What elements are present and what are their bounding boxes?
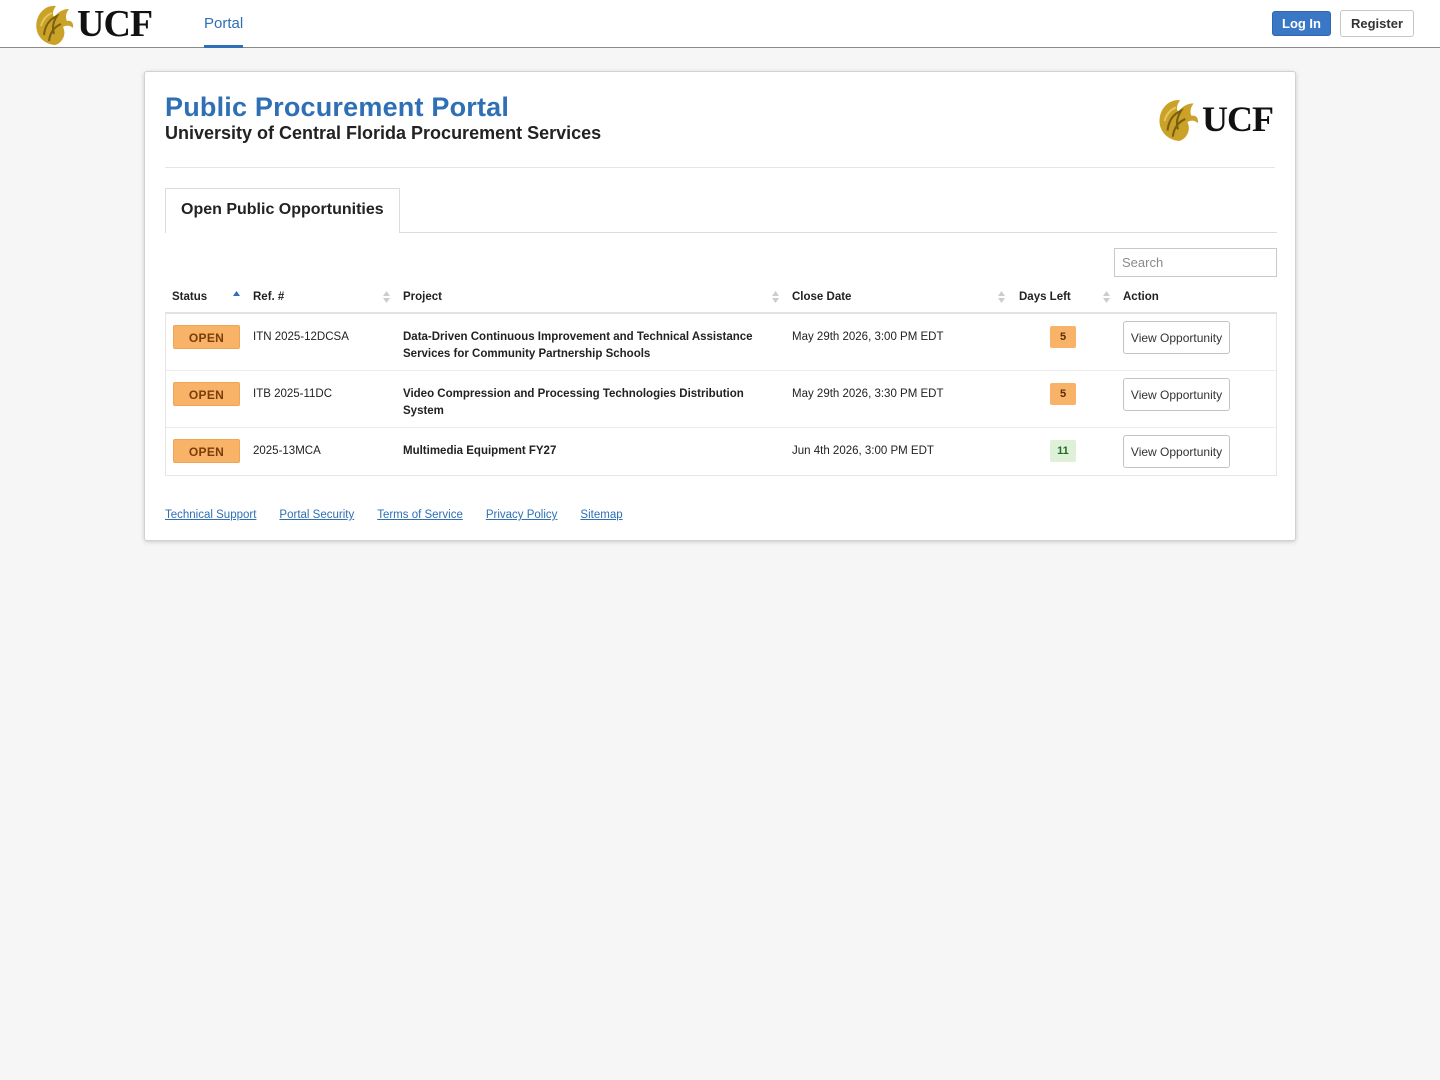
table-header: Status Ref. # Project Close Date Days Le… bbox=[165, 282, 1277, 314]
register-button[interactable]: Register bbox=[1340, 10, 1414, 37]
days-left-badge: 5 bbox=[1050, 326, 1076, 348]
ucf-logo-large: UCF bbox=[1155, 94, 1274, 144]
logo-text: UCF bbox=[77, 3, 153, 45]
column-header-action: Action bbox=[1123, 291, 1159, 303]
close-date: May 29th 2026, 3:00 PM EDT bbox=[792, 331, 944, 343]
pegasus-icon bbox=[1159, 100, 1199, 141]
footer-link-portal-security[interactable]: Portal Security bbox=[279, 509, 354, 521]
footer-link-technical-support[interactable]: Technical Support bbox=[165, 509, 256, 521]
page-subtitle: University of Central Florida Procuremen… bbox=[165, 123, 602, 143]
column-header-ref[interactable]: Ref. # bbox=[253, 282, 284, 312]
sort-ascending-icon[interactable] bbox=[233, 290, 240, 304]
ref-number: ITN 2025-12DCSA bbox=[253, 331, 349, 343]
column-header-days-left[interactable]: Days Left bbox=[1019, 282, 1071, 312]
view-opportunity-button[interactable]: View Opportunity bbox=[1123, 321, 1230, 354]
footer-link-terms-of-service[interactable]: Terms of Service bbox=[377, 509, 463, 521]
status-badge: OPEN bbox=[173, 382, 240, 406]
table-row: OPEN ITN 2025-12DCSA Data-Driven Continu… bbox=[166, 314, 1276, 370]
column-header-close-date[interactable]: Close Date bbox=[792, 282, 851, 312]
tab-open-public-opportunities[interactable]: Open Public Opportunities bbox=[165, 188, 400, 233]
column-header-project[interactable]: Project bbox=[403, 282, 442, 312]
project-name: Video Compression and Processing Technol… bbox=[403, 388, 744, 417]
project-name: Data-Driven Continuous Improvement and T… bbox=[403, 331, 753, 360]
procurement-card: Public Procurement Portal University of … bbox=[144, 71, 1296, 541]
table-row: OPEN ITB 2025-11DC Video Compression and… bbox=[166, 370, 1276, 427]
pegasus-icon bbox=[36, 5, 74, 45]
ref-number: ITB 2025-11DC bbox=[253, 388, 333, 400]
page-title: Public Procurement Portal bbox=[165, 92, 510, 122]
top-navbar: UCF Portal Log In Register bbox=[0, 0, 1440, 48]
project-name: Multimedia Equipment FY27 bbox=[403, 445, 557, 457]
ref-number: 2025-13MCA bbox=[253, 445, 321, 457]
status-badge: OPEN bbox=[173, 439, 240, 463]
days-left-badge: 5 bbox=[1050, 383, 1076, 405]
table-row: OPEN 2025-13MCA Multimedia Equipment FY2… bbox=[166, 427, 1276, 475]
view-opportunity-button[interactable]: View Opportunity bbox=[1123, 435, 1230, 468]
nav-tab-portal[interactable]: Portal bbox=[204, 0, 244, 48]
footer-links: Technical Support Portal Security Terms … bbox=[165, 509, 646, 521]
table-body: OPEN ITN 2025-12DCSA Data-Driven Continu… bbox=[165, 314, 1277, 476]
close-date: Jun 4th 2026, 3:00 PM EDT bbox=[792, 445, 934, 457]
opportunities-table: Status Ref. # Project Close Date Days Le… bbox=[165, 282, 1277, 476]
sort-both-icon[interactable] bbox=[383, 290, 390, 304]
footer-link-privacy-policy[interactable]: Privacy Policy bbox=[486, 509, 558, 521]
search-input[interactable] bbox=[1114, 248, 1277, 277]
header-divider bbox=[165, 167, 1275, 168]
view-opportunity-button[interactable]: View Opportunity bbox=[1123, 378, 1230, 411]
days-left-badge: 11 bbox=[1050, 440, 1076, 462]
sort-both-icon[interactable] bbox=[772, 290, 779, 304]
sort-both-icon[interactable] bbox=[998, 290, 1005, 304]
close-date: May 29th 2026, 3:30 PM EDT bbox=[792, 388, 944, 400]
login-button[interactable]: Log In bbox=[1272, 11, 1331, 36]
footer-link-sitemap[interactable]: Sitemap bbox=[580, 509, 622, 521]
logo-text: UCF bbox=[1202, 99, 1274, 139]
column-header-status[interactable]: Status bbox=[172, 282, 207, 312]
status-badge: OPEN bbox=[173, 325, 240, 349]
ucf-logo[interactable]: UCF bbox=[32, 0, 153, 48]
sort-both-icon[interactable] bbox=[1103, 290, 1110, 304]
